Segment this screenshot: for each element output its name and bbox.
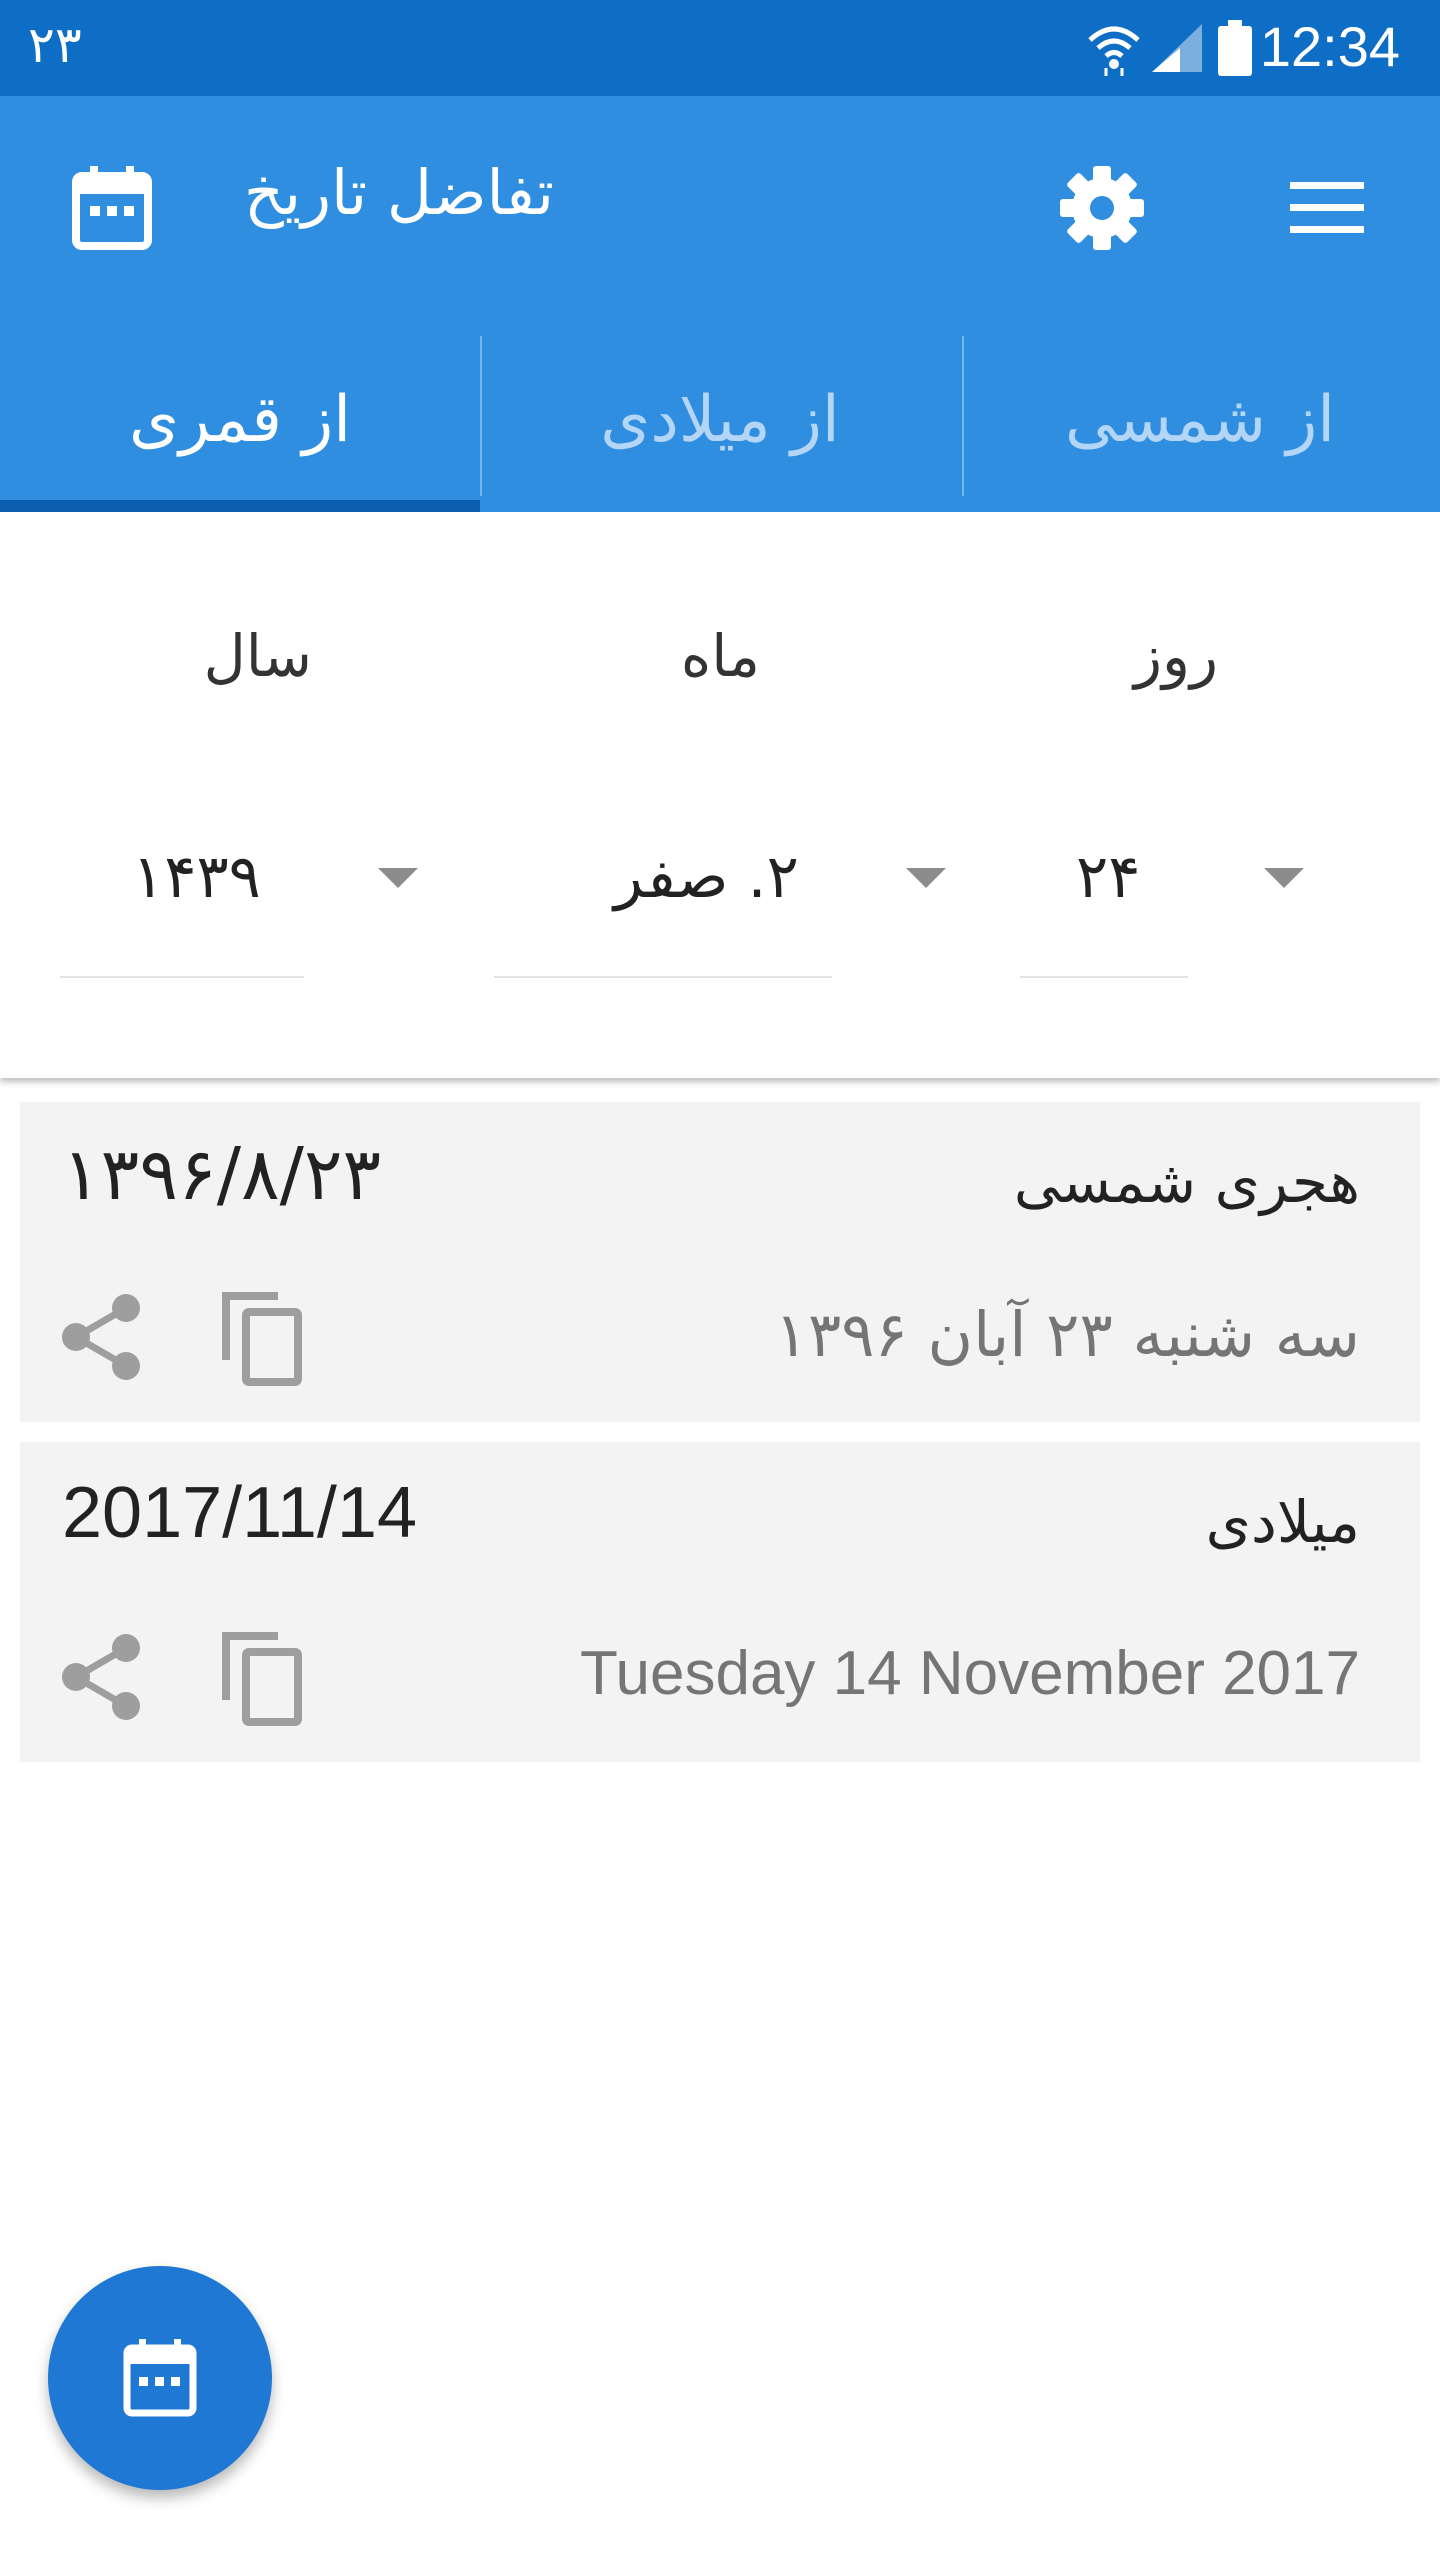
day-value: ۲۴ — [1076, 842, 1141, 912]
year-spinner[interactable]: ۱۴۳۹ — [60, 812, 304, 978]
toolbar: تفاضل تاریخ — [0, 96, 1440, 328]
result-card-gregorian: میلادی 2017/11/14 Tuesday 14 November 20… — [20, 1442, 1420, 1762]
status-notification-text: ۲۳ — [28, 16, 82, 74]
month-dropdown-icon[interactable] — [906, 868, 946, 888]
month-label: ماه — [680, 622, 760, 690]
result-full-date: سه شنبه ۲۳ آبان ۱۳۹۶ — [774, 1298, 1360, 1371]
calendar-icon — [123, 2339, 197, 2417]
date-picker: روز ماه سال ۲۴ ۲. صفر ۱۴۳۹ — [0, 512, 1440, 1078]
settings-icon[interactable] — [1058, 164, 1146, 252]
result-card-solar: هجری شمسی ۱۳۹۶/۸/۲۳ سه شنبه ۲۳ آبان ۱۳۹۶ — [20, 1102, 1420, 1422]
day-spinner[interactable]: ۲۴ — [1020, 812, 1188, 978]
active-tab-indicator — [0, 500, 480, 512]
tab-label: از شمسی — [1064, 383, 1336, 457]
tab-bar: از قمری از میلادی از شمسی — [0, 328, 1440, 512]
tab-from-gregorian[interactable]: از میلادی — [480, 328, 960, 512]
month-value: ۲. صفر — [614, 842, 799, 912]
wifi-icon — [1088, 26, 1140, 76]
result-full-date: Tuesday 14 November 2017 — [579, 1639, 1360, 1708]
battery-icon — [1218, 20, 1252, 76]
result-date: 2017/11/14 — [62, 1473, 418, 1553]
pick-date-fab[interactable] — [48, 2266, 272, 2490]
signal-icon — [1152, 24, 1202, 72]
tab-from-solar[interactable]: از شمسی — [960, 328, 1440, 512]
tab-label: از قمری — [128, 383, 352, 457]
tab-from-lunar[interactable]: از قمری — [0, 328, 480, 512]
result-title: هجری شمسی — [1013, 1148, 1360, 1216]
year-value: ۱۴۳۹ — [132, 842, 261, 912]
day-label: روز — [1133, 622, 1218, 690]
copy-icon[interactable] — [220, 1630, 304, 1726]
share-icon[interactable] — [60, 1632, 144, 1722]
year-dropdown-icon[interactable] — [378, 868, 418, 888]
day-dropdown-icon[interactable] — [1264, 868, 1304, 888]
month-spinner[interactable]: ۲. صفر — [494, 812, 832, 978]
result-title: میلادی — [1205, 1488, 1360, 1556]
year-label: سال — [203, 622, 312, 690]
share-icon[interactable] — [60, 1292, 144, 1382]
app-title: تفاضل تاریخ — [243, 156, 554, 229]
status-bar: ۲۳ 12:34 — [0, 0, 1440, 96]
copy-icon[interactable] — [220, 1290, 304, 1386]
menu-icon[interactable] — [1290, 180, 1364, 236]
result-date: ۱۳۹۶/۸/۲۳ — [62, 1132, 382, 1216]
tab-label: از میلادی — [600, 383, 840, 457]
calendar-icon[interactable] — [72, 166, 152, 250]
status-time: 12:34 — [1259, 15, 1400, 78]
